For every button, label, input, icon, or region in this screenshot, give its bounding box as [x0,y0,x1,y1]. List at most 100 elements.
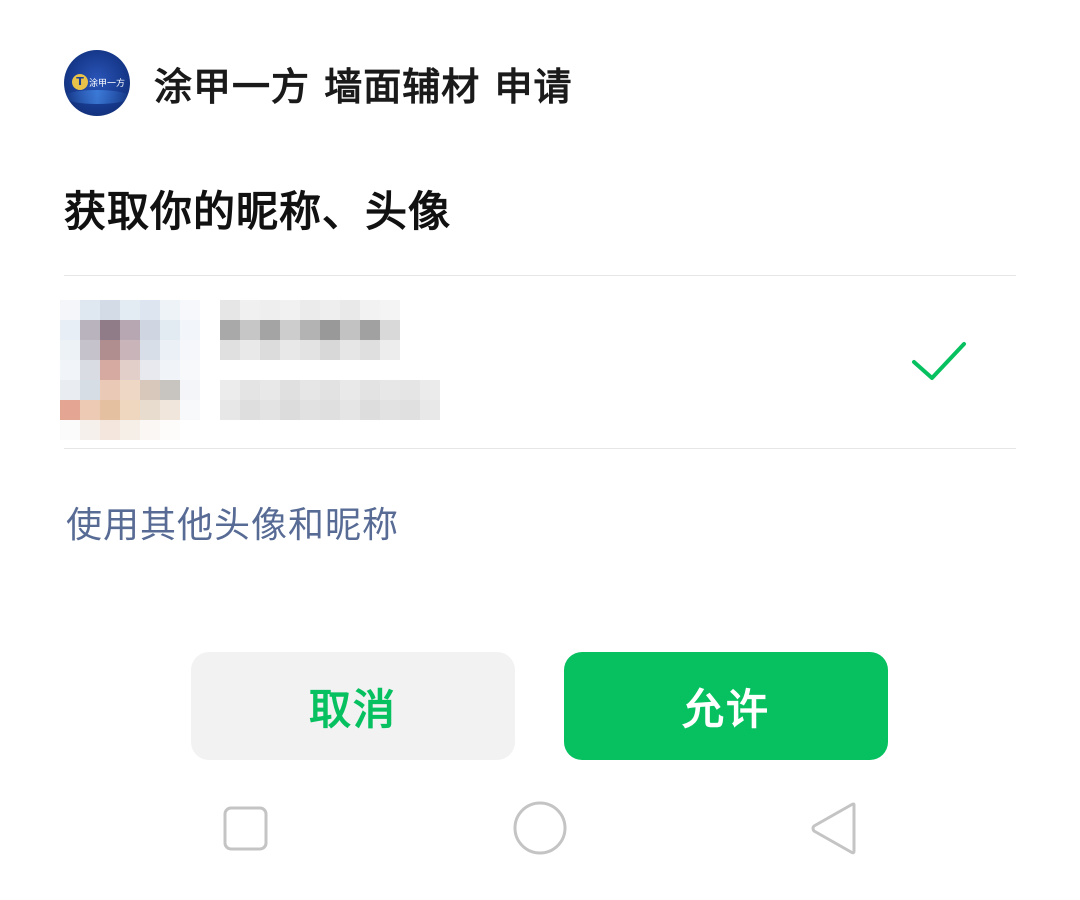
square-icon[interactable] [215,800,275,860]
app-logo-wave [64,90,130,104]
account-pixel [320,400,340,420]
avatar-pixel [120,340,140,360]
use-other-avatar-nickname-link[interactable]: 使用其他头像和昵称 [66,496,399,548]
nickname-pixel [360,320,380,340]
account-pixel [420,380,440,400]
app-logo-mark: T [72,74,88,90]
nickname-pixel [280,340,300,360]
nickname-pixel [340,300,360,320]
wechat-profile-option[interactable] [60,276,1016,448]
avatar-pixel [160,300,180,320]
avatar-pixel [180,360,200,380]
account-pixel [340,380,360,400]
account-pixel [400,400,420,420]
avatar-pixel [180,420,200,440]
nickname-pixel [220,300,240,320]
account-pixel [360,380,380,400]
account-pixel [280,380,300,400]
avatar [60,300,200,440]
account-pixel [400,380,420,400]
app-title: 涂甲一方 墙面辅材 申请 [154,64,573,109]
avatar-pixel [100,300,120,320]
avatar-pixel [120,380,140,400]
avatar-pixel [80,340,100,360]
nickname-pixel [240,340,260,360]
nickname-pixel [360,300,380,320]
avatar-pixel [100,340,120,360]
avatar-pixel [120,320,140,340]
allow-button[interactable]: 允许 [564,652,888,760]
avatar-pixel [160,420,180,440]
account-pixel [300,380,320,400]
avatar-pixel [180,380,200,400]
account-pixel [320,380,340,400]
avatar-pixel [180,300,200,320]
avatar-pixel [60,360,80,380]
nickname-blurred [220,300,400,360]
account-pixel [260,380,280,400]
avatar-pixel [180,320,200,340]
avatar-pixel [180,340,200,360]
nickname-pixel [360,340,380,360]
avatar-pixel [160,400,180,420]
avatar-pixel [60,320,80,340]
nickname-pixel [300,300,320,320]
account-info-blurred [220,380,440,420]
permission-sheet: T 涂甲一方 涂甲一方 墙面辅材 申请 获取你的昵称、头像 使用其他头像和昵称 … [0,0,1080,900]
avatar-pixel [100,400,120,420]
nickname-pixel [220,320,240,340]
avatar-pixel [140,340,160,360]
avatar-pixel [160,340,180,360]
nickname-pixel [340,320,360,340]
check-icon [912,342,966,380]
avatar-pixel [140,360,160,380]
avatar-pixel [180,400,200,420]
avatar-pixel [100,420,120,440]
avatar-pixel [60,380,80,400]
avatar-pixel [60,300,80,320]
avatar-pixel [80,400,100,420]
app-logo: T 涂甲一方 [64,50,130,116]
avatar-pixel [100,380,120,400]
avatar-pixel [80,380,100,400]
account-pixel [420,400,440,420]
nickname-pixel [320,340,340,360]
avatar-pixel [160,360,180,380]
avatar-pixel [140,300,160,320]
avatar-pixel [80,320,100,340]
account-pixel [280,400,300,420]
account-pixel [220,380,240,400]
avatar-pixel [100,360,120,380]
permission-heading: 获取你的昵称、头像 [64,187,452,236]
account-pixel [360,400,380,420]
avatar-pixel [160,380,180,400]
account-pixel [300,400,320,420]
account-pixel [240,400,260,420]
nickname-pixel [300,340,320,360]
avatar-pixel [80,300,100,320]
nickname-pixel [260,300,280,320]
divider-bottom [64,448,1016,449]
avatar-pixel [160,320,180,340]
nickname-pixel [380,340,400,360]
avatar-pixel [120,420,140,440]
triangle-back-icon[interactable] [805,800,865,860]
avatar-pixel [140,400,160,420]
avatar-pixel [140,320,160,340]
circle-icon[interactable] [510,800,570,860]
account-pixel [340,400,360,420]
cancel-button[interactable]: 取消 [191,652,515,760]
app-logo-text: 涂甲一方 [89,79,126,89]
nickname-pixel [260,340,280,360]
account-pixel [220,400,240,420]
avatar-pixel [140,380,160,400]
avatar-pixel [60,420,80,440]
avatar-pixel [120,400,140,420]
account-pixel [240,380,260,400]
account-pixel [380,380,400,400]
nickname-pixel [240,300,260,320]
nickname-pixel [300,320,320,340]
avatar-pixel [80,360,100,380]
app-info-row: T 涂甲一方 涂甲一方 墙面辅材 申请 [64,50,572,116]
nickname-pixel [340,340,360,360]
